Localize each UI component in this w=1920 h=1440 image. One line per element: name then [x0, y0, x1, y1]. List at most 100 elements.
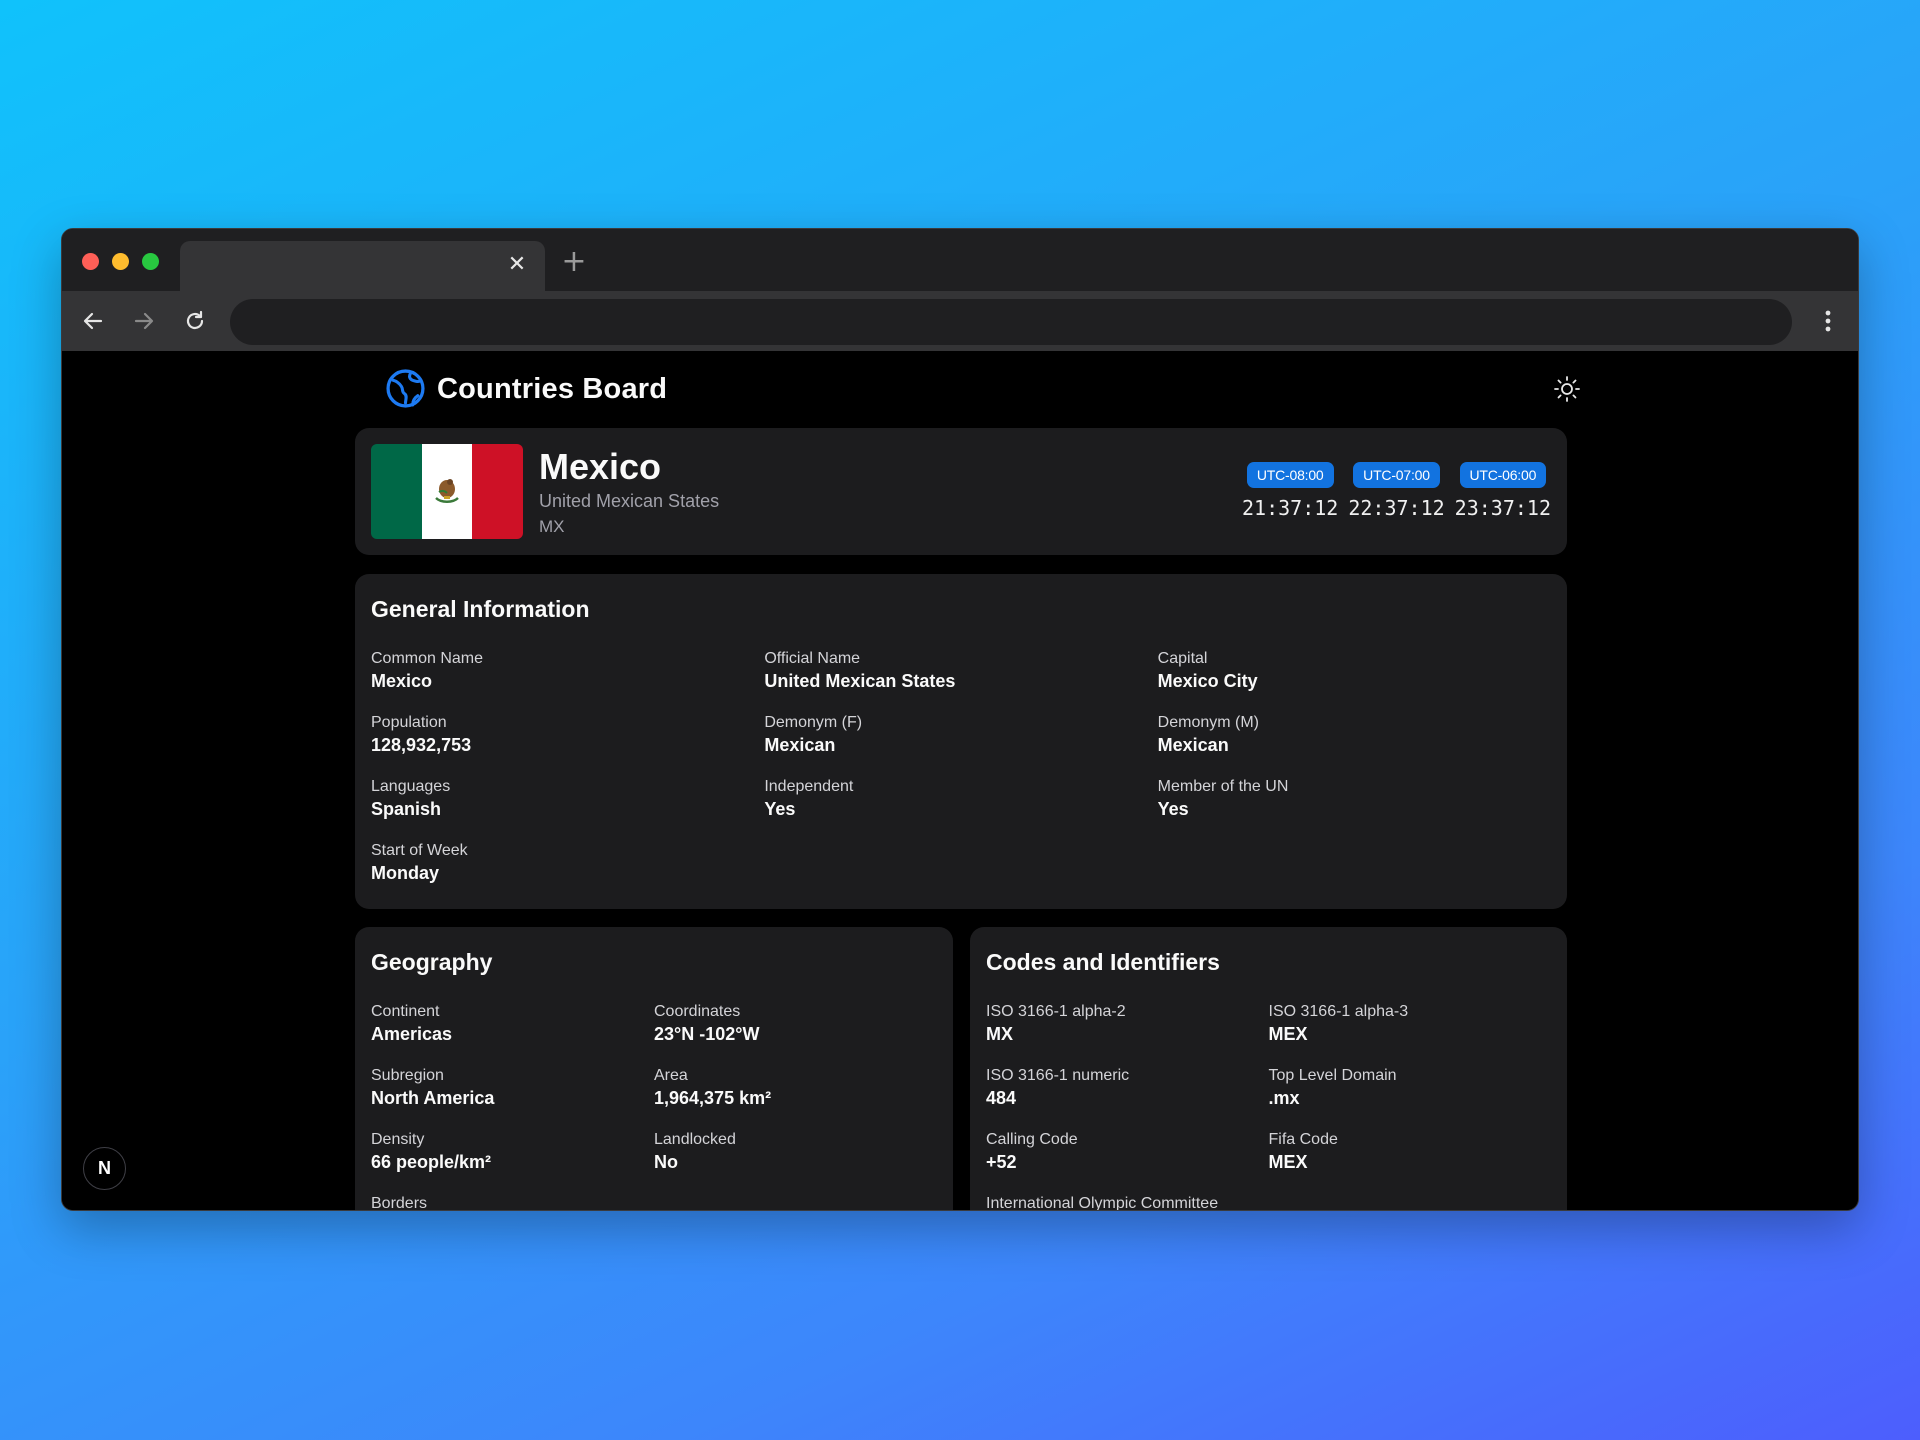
- page-content: Countries Board Mexico United Mexican St…: [62, 351, 1858, 1211]
- info-grid: Continent Americas Coordinates 23°N -102°W…: [371, 1001, 937, 1211]
- field-value: North America: [371, 1088, 495, 1108]
- forward-arrow-icon[interactable]: [129, 306, 159, 336]
- app-title[interactable]: Countries Board: [437, 373, 667, 406]
- browser-window: ✕ + Countries Board Mexico United Mexica…: [61, 228, 1859, 1211]
- section-title: Geography: [371, 949, 493, 975]
- field-label: Subregion: [371, 1067, 444, 1084]
- next-dev-badge[interactable]: N: [83, 1147, 126, 1190]
- sun-icon[interactable]: [1549, 371, 1585, 407]
- field-label: Languages: [371, 778, 451, 795]
- field-label: Coordinates: [654, 1003, 741, 1020]
- info-field: Density 66 people/km²: [371, 1129, 654, 1175]
- info-field: Common Name Mexico: [371, 648, 764, 694]
- field-value: 484: [986, 1088, 1017, 1108]
- timezone-time: 21:37:12: [1242, 496, 1339, 520]
- section-title: Codes and Identifiers: [986, 949, 1220, 975]
- timezone-badge: UTC-06:00: [1459, 462, 1547, 488]
- browser-toolbar: [62, 291, 1858, 351]
- field-label: Density: [371, 1131, 425, 1148]
- field-value: United Mexican States: [764, 671, 956, 691]
- info-field: Demonym (F) Mexican: [764, 712, 1157, 758]
- country-official-name: United Mexican States: [539, 491, 720, 511]
- info-field: ISO 3166-1 alpha-3 MEX: [1269, 1001, 1552, 1047]
- field-label: Demonym (M): [1157, 714, 1259, 731]
- flag-stripe-red: [472, 444, 523, 539]
- field-label: Common Name: [371, 650, 484, 667]
- field-value: Mexico: [371, 671, 433, 691]
- new-tab-button[interactable]: +: [559, 247, 589, 277]
- browser-tab[interactable]: ✕: [180, 241, 545, 291]
- field-label: Official Name: [764, 650, 861, 667]
- info-field: Member of the UN Yes: [1158, 776, 1551, 822]
- reload-icon[interactable]: [180, 306, 210, 336]
- info-field: ISO 3166-1 numeric 484: [986, 1065, 1269, 1111]
- field-value: MEX: [1268, 1024, 1308, 1044]
- info-field: Demonym (M) Mexican: [1158, 712, 1551, 758]
- info-field: Subregion North America: [371, 1065, 654, 1111]
- field-value: 23°N -102°W: [654, 1024, 760, 1044]
- field-value: Yes: [1157, 799, 1189, 819]
- codes-identifiers-card: Codes and Identifiers ISO 3166-1 alpha-2…: [970, 927, 1567, 1211]
- timezone-time: 22:37:12: [1348, 496, 1445, 520]
- field-label: Member of the UN: [1157, 778, 1289, 795]
- field-label: International Olympic Committee: [986, 1195, 1219, 1211]
- window-controls: [82, 253, 159, 270]
- field-label: Demonym (F): [764, 714, 863, 731]
- field-label: Landlocked: [654, 1131, 736, 1148]
- info-field: Calling Code +52: [986, 1129, 1269, 1175]
- timezone-item: UTC-06:00 23:37:12: [1455, 462, 1551, 520]
- field-label: Calling Code: [986, 1131, 1078, 1148]
- info-field: Landlocked No: [654, 1129, 937, 1175]
- field-value: 66 people/km²: [371, 1152, 492, 1172]
- browser-titlebar: ✕ +: [62, 229, 1858, 291]
- info-field: Area 1,964,375 km²: [654, 1065, 937, 1111]
- timezone-item: UTC-08:00 21:37:12: [1242, 462, 1338, 520]
- info-field: Independent Yes: [764, 776, 1157, 822]
- info-field: ISO 3166-1 alpha-2 MX: [986, 1001, 1269, 1047]
- close-window-button[interactable]: [82, 253, 99, 270]
- field-label: Fifa Code: [1268, 1131, 1338, 1148]
- field-label: Capital: [1157, 650, 1208, 667]
- field-value: Americas: [371, 1024, 453, 1044]
- field-value: MEX: [1268, 1152, 1308, 1172]
- field-label: Population: [371, 714, 447, 731]
- maximize-window-button[interactable]: [142, 253, 159, 270]
- info-field: Fifa Code MEX: [1269, 1129, 1552, 1175]
- timezone-badge: UTC-08:00: [1246, 462, 1334, 488]
- field-value: Mexican: [1157, 735, 1229, 755]
- info-field: Capital Mexico City: [1158, 648, 1551, 694]
- info-field: Languages Spanish: [371, 776, 764, 822]
- tab-close-icon[interactable]: ✕: [503, 251, 531, 279]
- flag-stripe-green: [371, 444, 422, 539]
- section-title: General Information: [371, 596, 590, 622]
- timezone-time: 23:37:12: [1454, 496, 1551, 520]
- field-value: Monday: [371, 863, 440, 883]
- minimize-window-button[interactable]: [112, 253, 129, 270]
- field-value: .mx: [1268, 1088, 1300, 1108]
- field-label: Borders: [371, 1195, 428, 1211]
- back-arrow-icon[interactable]: [78, 306, 108, 336]
- field-value: 128,932,753: [371, 735, 472, 755]
- country-name: Mexico: [539, 446, 662, 487]
- timezone-list: UTC-08:00 21:37:12 UTC-07:00 22:37:12 UT…: [1242, 462, 1551, 520]
- timezone-item: UTC-07:00 22:37:12: [1348, 462, 1445, 520]
- info-field: Population 128,932,753: [371, 712, 764, 758]
- general-information-card: General Information Common Name Mexico Of…: [355, 574, 1567, 909]
- info-field: Top Level Domain .mx: [1269, 1065, 1552, 1111]
- info-field: Coordinates 23°N -102°W: [654, 1001, 937, 1047]
- field-value: +52: [986, 1152, 1017, 1172]
- info-grid: Common Name Mexico Official Name United Me…: [371, 648, 1551, 886]
- info-field: Start of Week Monday: [371, 840, 764, 886]
- info-field: Borders: [371, 1193, 654, 1211]
- flag-stripe-white: [421, 444, 473, 539]
- field-value: MX: [986, 1024, 1013, 1044]
- field-value: Mexico City: [1157, 671, 1258, 691]
- field-label: Top Level Domain: [1268, 1067, 1397, 1084]
- field-label: ISO 3166-1 alpha-2: [986, 1003, 1126, 1020]
- field-value: 1,964,375 km²: [654, 1088, 772, 1108]
- address-bar[interactable]: [230, 299, 1792, 345]
- country-hero-card: Mexico United Mexican States MX UTC-08:0…: [355, 428, 1567, 555]
- globe-logo-icon[interactable]: [385, 368, 426, 409]
- more-vertical-icon[interactable]: [1818, 306, 1838, 336]
- field-value: Yes: [764, 799, 796, 819]
